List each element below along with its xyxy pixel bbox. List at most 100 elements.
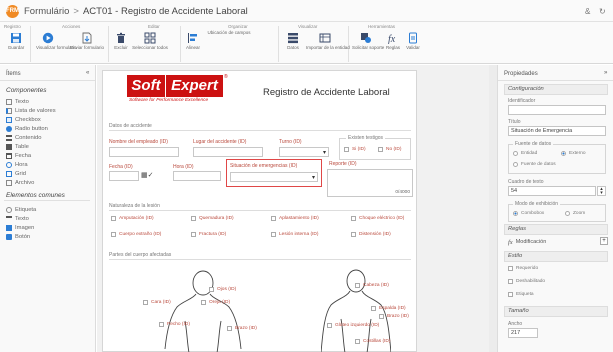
body-part-option[interactable]: Brazo (ID): [379, 314, 409, 319]
preview-form-button[interactable]: Visualizar formulario: [36, 32, 77, 62]
checkbox[interactable]: [201, 300, 206, 305]
identifier-input[interactable]: [508, 105, 606, 115]
body-part-option[interactable]: Glúteo izquierdo (ID): [327, 323, 379, 328]
checkbox[interactable]: [508, 292, 513, 297]
body-part-option[interactable]: Cara (ID): [143, 300, 171, 305]
refresh-icon[interactable]: ↻: [599, 7, 606, 16]
component-table[interactable]: Table: [6, 142, 29, 151]
checkbox[interactable]: [159, 322, 164, 327]
radio[interactable]: [513, 151, 518, 156]
data-button[interactable]: Datos: [284, 32, 302, 62]
time-input[interactable]: [173, 171, 221, 181]
width-input[interactable]: 217: [508, 328, 538, 338]
witness-yes-option[interactable]: Si (ID): [344, 147, 366, 152]
collapse-left-icon[interactable]: «: [86, 70, 89, 76]
checkbox[interactable]: [355, 283, 360, 288]
body-part-option[interactable]: Ojos (ID): [209, 287, 236, 292]
component-list[interactable]: Lista de valores: [6, 106, 56, 115]
checkbox[interactable]: [508, 279, 513, 284]
checkbox[interactable]: [355, 339, 360, 344]
component-radio[interactable]: Radio button: [6, 124, 48, 133]
support-button[interactable]: Solicitar soporte: [352, 32, 384, 62]
select-all-button[interactable]: Seleccionar todos: [132, 32, 168, 62]
date-input[interactable]: [109, 171, 139, 181]
component-date[interactable]: Fecha: [6, 151, 31, 160]
checkbox[interactable]: [111, 232, 116, 237]
body-part-option[interactable]: Espalda (ID): [371, 306, 406, 311]
send-form-button[interactable]: Enviar formulario: [70, 32, 104, 62]
emergency-situation-select[interactable]: ▾: [230, 172, 318, 182]
checkbox[interactable]: [371, 306, 376, 311]
delete-button[interactable]: Excluir: [112, 32, 130, 62]
rules-button[interactable]: fx Reglas: [384, 32, 402, 62]
injury-option[interactable]: Quemadura (ID): [191, 216, 234, 221]
radio-selected[interactable]: [561, 151, 566, 156]
body-part-option[interactable]: Costillas (ID): [355, 339, 390, 344]
checkbox[interactable]: [111, 216, 116, 221]
flag-icon[interactable]: &: [585, 7, 590, 16]
component-content[interactable]: Contenido: [6, 133, 41, 142]
import-entity-button[interactable]: Importar de la entidad: [306, 32, 350, 62]
section-style[interactable]: Estilo: [504, 251, 608, 262]
element-button[interactable]: Botón: [6, 232, 30, 241]
component-attachment[interactable]: Archivo: [6, 178, 34, 187]
save-button[interactable]: Guardar: [6, 32, 26, 62]
shift-select[interactable]: ▾: [279, 147, 329, 157]
zoom-radio[interactable]: Zoom: [565, 211, 585, 216]
checkbox[interactable]: [271, 232, 276, 237]
font-size-stepper[interactable]: ▴ ▾: [597, 186, 606, 196]
source-external-radio[interactable]: Externo: [561, 151, 586, 156]
breadcrumb-root[interactable]: Formulário: [24, 6, 69, 17]
injury-option[interactable]: Cuerpo extraño (ID): [111, 232, 161, 237]
radio-selected[interactable]: [513, 211, 518, 216]
combobox-radio[interactable]: Combobox: [513, 211, 544, 216]
canvas-scrollbar[interactable]: [489, 65, 497, 352]
checkbox[interactable]: [191, 216, 196, 221]
collapse-right-icon[interactable]: »: [604, 70, 607, 76]
disabled-checkbox-row[interactable]: Deshabilitado: [508, 279, 545, 284]
checkbox[interactable]: [227, 326, 232, 331]
body-part-option[interactable]: Cabeza (ID): [355, 283, 389, 288]
section-rules[interactable]: Reglas: [504, 224, 608, 235]
body-part-option[interactable]: Oreja (ID): [201, 300, 230, 305]
employee-name-input[interactable]: [109, 147, 179, 157]
witness-no-option[interactable]: No (ID): [378, 147, 401, 152]
emergency-situation-field-selected[interactable]: Situación de emergencias (ID) ▾: [226, 159, 322, 187]
validate-button[interactable]: Validar: [404, 32, 422, 62]
injury-option[interactable]: Amputación (ID): [111, 216, 154, 221]
element-image[interactable]: Imagen: [6, 223, 34, 232]
radio[interactable]: [565, 211, 570, 216]
field-location-button[interactable]: Ubicación de campos: [206, 28, 250, 58]
section-size[interactable]: Tamaño: [504, 306, 608, 317]
element-label[interactable]: Etiqueta: [6, 205, 36, 214]
checkbox[interactable]: [378, 147, 383, 152]
component-time[interactable]: Hora: [6, 160, 28, 169]
body-part-option[interactable]: Pecho (ID): [159, 322, 190, 327]
checkbox[interactable]: [379, 314, 384, 319]
align-button[interactable]: Alinear: [184, 32, 202, 62]
radio[interactable]: [513, 162, 518, 167]
required-checkbox-row[interactable]: Requerido: [508, 266, 538, 271]
checkbox[interactable]: [191, 232, 196, 237]
label-checkbox-row[interactable]: Etiqueta: [508, 292, 534, 297]
checkbox[interactable]: [143, 300, 148, 305]
section-configuration[interactable]: Configuración: [504, 84, 608, 95]
checkbox[interactable]: [351, 232, 356, 237]
accident-place-input[interactable]: [193, 147, 263, 157]
component-text[interactable]: Texto: [6, 97, 29, 106]
component-grid[interactable]: Grid: [6, 169, 26, 178]
calendar-icon[interactable]: ▦✓: [141, 171, 153, 179]
injury-option[interactable]: Fractura (ID): [191, 232, 226, 237]
checkbox[interactable]: [209, 287, 214, 292]
source-fixed-radio[interactable]: Fuente de datos: [513, 162, 556, 167]
add-rule-button[interactable]: +: [600, 237, 608, 245]
report-textarea[interactable]: 0/4000: [327, 169, 413, 197]
element-text[interactable]: Texto: [6, 214, 29, 223]
checkbox[interactable]: [271, 216, 276, 221]
component-checkbox[interactable]: Checkbox: [6, 115, 41, 124]
checkbox[interactable]: [327, 323, 332, 328]
checkbox[interactable]: [351, 216, 356, 221]
injury-option[interactable]: Lesión interna (ID): [271, 232, 318, 237]
rules-modification-row[interactable]: fx Modificación: [508, 237, 606, 247]
checkbox[interactable]: [508, 266, 513, 271]
